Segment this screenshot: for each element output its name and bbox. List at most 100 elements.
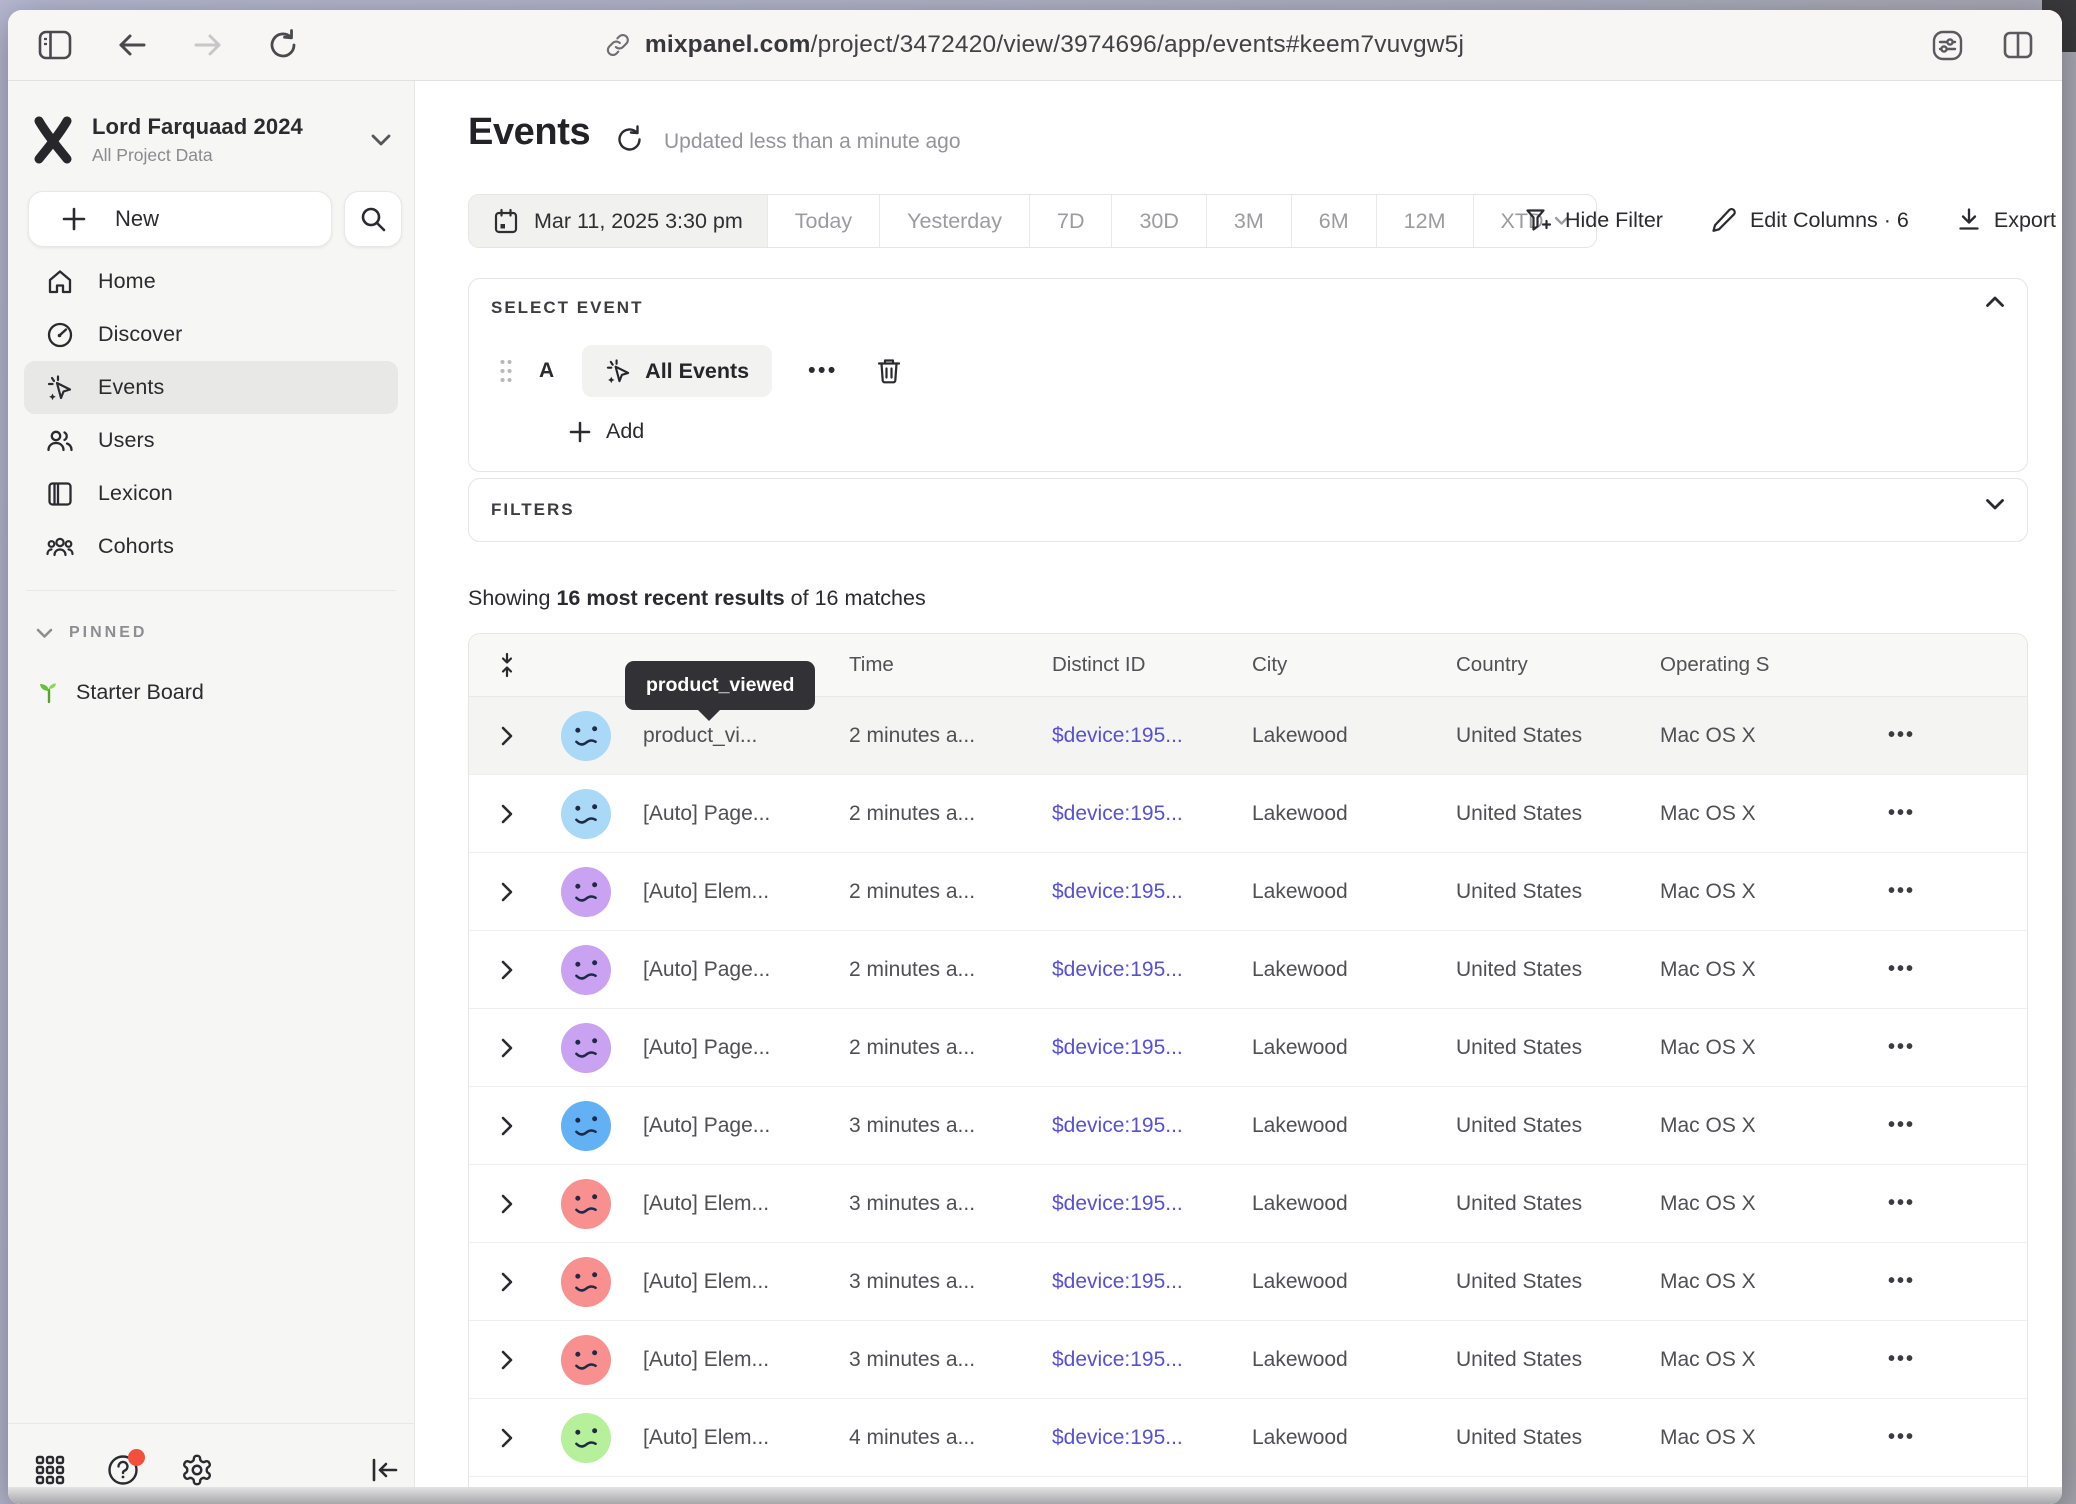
forward-icon	[192, 31, 224, 59]
column-header-os[interactable]: Operating S	[1660, 653, 1874, 677]
expand-row-icon[interactable]	[500, 1115, 514, 1137]
collapse-rows-icon[interactable]	[498, 652, 516, 678]
table-row[interactable]: [Auto] Elem... 3 minutes a... $device:19…	[469, 1165, 2027, 1243]
add-event-label: Add	[606, 419, 644, 444]
table-row-partial[interactable]	[469, 1477, 2027, 1487]
row-actions-button[interactable]: •••	[1874, 1036, 2027, 1059]
browser-sidebar-toggle-icon[interactable]	[38, 30, 72, 60]
trash-icon[interactable]	[876, 357, 902, 385]
cell-distinct-id[interactable]: $device:195...	[1052, 880, 1252, 904]
cell-event-name: [Auto] Elem...	[627, 1348, 849, 1372]
chevron-up-icon[interactable]	[1985, 295, 2005, 308]
hide-filter-button[interactable]: Hide Filter	[1525, 207, 1663, 233]
sidebar-item-users[interactable]: Users	[24, 414, 398, 467]
cell-distinct-id[interactable]: $device:195...	[1052, 1348, 1252, 1372]
browser-customize-icon[interactable]	[1931, 29, 1964, 62]
search-button[interactable]	[344, 191, 402, 247]
expand-row-icon[interactable]	[500, 1349, 514, 1371]
range-today[interactable]: Today	[767, 195, 879, 247]
expand-row-icon[interactable]	[500, 725, 514, 747]
back-icon[interactable]	[116, 31, 148, 59]
column-header-distinct-id[interactable]: Distinct ID	[1052, 653, 1252, 677]
sidebar-item-cohorts[interactable]: Cohorts	[24, 520, 398, 573]
drag-handle-icon[interactable]	[499, 358, 513, 384]
browser-toolbar: mixpanel.com/project/3472420/view/397469…	[8, 10, 2062, 81]
row-actions-button[interactable]: •••	[1874, 958, 2027, 981]
range-yesterday[interactable]: Yesterday	[879, 195, 1029, 247]
events-icon	[605, 358, 632, 385]
range-3m[interactable]: 3M	[1206, 195, 1291, 247]
cell-distinct-id[interactable]: $device:195...	[1052, 1036, 1252, 1060]
table-row[interactable]: [Auto] Elem... 3 minutes a... $device:19…	[469, 1243, 2027, 1321]
mixpanel-logo-icon	[32, 115, 74, 165]
cell-distinct-id[interactable]: $device:195...	[1052, 1270, 1252, 1294]
export-label: Export	[1994, 208, 2056, 233]
range-6m[interactable]: 6M	[1291, 195, 1376, 247]
row-actions-button[interactable]: •••	[1874, 1348, 2027, 1371]
cell-distinct-id[interactable]: $device:195...	[1052, 1114, 1252, 1138]
expand-row-icon[interactable]	[500, 1193, 514, 1215]
collapse-sidebar-icon[interactable]	[370, 1457, 400, 1483]
row-actions-button[interactable]: •••	[1874, 880, 2027, 903]
range-30d[interactable]: 30D	[1111, 195, 1205, 247]
table-row[interactable]: [Auto] Page... 2 minutes a... $device:19…	[469, 1009, 2027, 1087]
expand-row-icon[interactable]	[500, 1037, 514, 1059]
date-picker-segment[interactable]: Mar 11, 2025 3:30 pm	[469, 195, 767, 247]
event-row-letter: A	[539, 359, 554, 383]
expand-row-icon[interactable]	[500, 803, 514, 825]
split-view-icon[interactable]	[2002, 30, 2034, 60]
cell-os: Mac OS X	[1660, 802, 1874, 826]
column-header-country[interactable]: Country	[1456, 653, 1660, 677]
row-actions-button[interactable]: •••	[1874, 724, 2027, 747]
chevron-down-icon[interactable]	[1985, 498, 2005, 511]
row-actions-button[interactable]: •••	[1874, 1270, 2027, 1293]
cell-distinct-id[interactable]: $device:195...	[1052, 1426, 1252, 1450]
sidebar-item-lexicon[interactable]: Lexicon	[24, 467, 398, 520]
row-actions-button[interactable]: •••	[1874, 802, 2027, 825]
range-7d[interactable]: 7D	[1029, 195, 1111, 247]
pinned-section-header[interactable]: PINNED	[36, 624, 147, 642]
cell-distinct-id[interactable]: $device:195...	[1052, 724, 1252, 748]
table-row[interactable]: [Auto] Page... 2 minutes a... $device:19…	[469, 931, 2027, 1009]
cell-os: Mac OS X	[1660, 958, 1874, 982]
cell-country: United States	[1456, 802, 1660, 826]
column-header-time[interactable]: Time	[849, 653, 1052, 677]
help-button[interactable]	[106, 1453, 140, 1487]
table-row[interactable]: [Auto] Elem... 4 minutes a... $device:19…	[469, 1399, 2027, 1477]
table-row[interactable]: [Auto] Page... 3 minutes a... $device:19…	[469, 1087, 2027, 1165]
settings-gear-icon[interactable]	[180, 1453, 214, 1487]
table-row[interactable]: [Auto] Elem... 3 minutes a... $device:19…	[469, 1321, 2027, 1399]
row-actions-button[interactable]: •••	[1874, 1426, 2027, 1449]
sidebar-item-discover[interactable]: Discover	[24, 308, 398, 361]
expand-row-icon[interactable]	[500, 1271, 514, 1293]
export-button[interactable]: Export	[1957, 207, 2056, 233]
apps-grid-icon[interactable]	[34, 1454, 66, 1486]
event-selector-pill[interactable]: All Events	[582, 345, 772, 397]
event-more-button[interactable]: •••	[808, 359, 838, 383]
row-actions-button[interactable]: •••	[1874, 1192, 2027, 1215]
cohorts-icon	[46, 533, 74, 561]
range-12m[interactable]: 12M	[1376, 195, 1473, 247]
expand-row-icon[interactable]	[500, 959, 514, 981]
expand-row-icon[interactable]	[500, 881, 514, 903]
reload-icon[interactable]	[268, 29, 298, 61]
row-actions-button[interactable]: •••	[1874, 1114, 2027, 1137]
cell-distinct-id[interactable]: $device:195...	[1052, 1192, 1252, 1216]
table-body: product_vi... 2 minutes a... $device:195…	[469, 697, 2027, 1477]
edit-columns-button[interactable]: Edit Columns · 6	[1711, 207, 1909, 233]
new-button[interactable]: New	[28, 191, 332, 247]
address-bar[interactable]: mixpanel.com/project/3472420/view/397469…	[606, 10, 1464, 80]
column-header-city[interactable]: City	[1252, 653, 1456, 677]
expand-row-icon[interactable]	[500, 1427, 514, 1449]
cell-distinct-id[interactable]: $device:195...	[1052, 958, 1252, 982]
sidebar-item-events[interactable]: Events	[24, 361, 398, 414]
refresh-icon[interactable]	[616, 125, 643, 154]
home-icon	[46, 268, 74, 296]
project-switcher[interactable]: Lord Farquaad 2024 All Project Data	[32, 109, 400, 171]
sidebar-item-home[interactable]: Home	[24, 255, 398, 308]
sidebar-item-starter-board[interactable]: Starter Board	[36, 679, 204, 705]
table-row[interactable]: [Auto] Page... 2 minutes a... $device:19…	[469, 775, 2027, 853]
cell-distinct-id[interactable]: $device:195...	[1052, 802, 1252, 826]
add-event-button[interactable]: Add	[568, 419, 644, 444]
table-row[interactable]: [Auto] Elem... 2 minutes a... $device:19…	[469, 853, 2027, 931]
